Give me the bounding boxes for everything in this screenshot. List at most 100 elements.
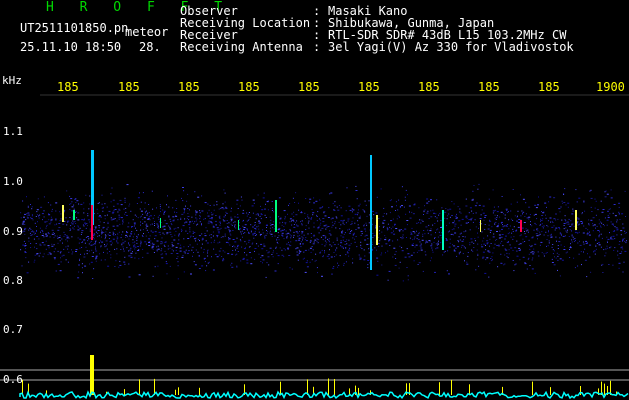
noise-pixel — [248, 212, 250, 213]
noise-pixel — [354, 241, 356, 243]
noise-pixel — [329, 193, 331, 195]
x-tick-label: 185 — [418, 80, 440, 94]
noise-pixel — [81, 242, 83, 243]
x-tick-label: 185 — [57, 80, 79, 94]
noise-pixel — [588, 224, 590, 226]
noise-pixel — [68, 251, 70, 253]
noise-pixel — [479, 218, 482, 220]
noise-pixel — [500, 211, 503, 213]
noise-pixel — [342, 236, 345, 238]
noise-pixel — [579, 244, 582, 246]
noise-pixel — [289, 221, 291, 223]
noise-pixel — [522, 198, 525, 200]
noise-pixel — [295, 222, 296, 224]
noise-pixel — [187, 216, 190, 217]
noise-pixel — [622, 271, 624, 273]
noise-pixel — [80, 234, 82, 235]
noise-pixel — [577, 222, 578, 224]
noise-pixel — [75, 202, 77, 203]
noise-pixel — [271, 208, 273, 209]
level-bar — [358, 387, 359, 395]
noise-pixel — [533, 248, 535, 250]
noise-pixel — [446, 270, 448, 272]
noise-pixel — [220, 247, 222, 249]
noise-pixel — [393, 247, 396, 249]
noise-pixel — [36, 214, 38, 216]
noise-pixel — [331, 226, 333, 228]
noise-pixel — [607, 210, 609, 212]
noise-pixel — [195, 240, 197, 242]
noise-pixel — [336, 247, 338, 249]
noise-pixel — [565, 222, 567, 224]
noise-pixel — [204, 202, 207, 204]
noise-pixel — [261, 248, 264, 250]
noise-pixel — [36, 236, 39, 237]
noise-pixel — [248, 239, 251, 241]
noise-pixel — [98, 225, 101, 227]
level-bar — [334, 379, 335, 395]
noise-pixel — [218, 254, 220, 256]
noise-pixel — [406, 248, 408, 250]
noise-pixel — [533, 214, 535, 216]
noise-pixel — [150, 224, 152, 226]
noise-pixel — [447, 209, 449, 211]
noise-pixel — [184, 252, 186, 254]
noise-pixel — [530, 221, 531, 223]
echo-streak — [73, 210, 75, 220]
noise-pixel — [411, 211, 413, 213]
noise-pixel — [61, 238, 63, 240]
noise-pixel — [154, 238, 156, 240]
noise-pixel — [156, 249, 158, 251]
noise-pixel — [193, 223, 195, 224]
noise-pixel — [571, 239, 573, 241]
noise-pixel — [551, 226, 554, 228]
noise-pixel — [270, 224, 272, 226]
noise-pixel — [528, 253, 530, 255]
noise-pixel — [424, 205, 425, 207]
noise-pixel — [42, 231, 44, 233]
noise-pixel — [276, 241, 278, 243]
noise-pixel — [45, 248, 47, 250]
noise-pixel — [584, 248, 586, 250]
noise-pixel — [625, 242, 627, 244]
noise-pixel — [89, 195, 91, 197]
noise-pixel — [471, 249, 473, 251]
noise-pixel — [168, 206, 170, 208]
noise-pixel — [343, 223, 345, 225]
noise-pixel — [323, 212, 325, 214]
noise-pixel — [325, 236, 327, 238]
noise-pixel — [578, 197, 581, 199]
noise-pixel — [176, 208, 178, 209]
noise-pixel — [446, 225, 448, 227]
noise-pixel — [284, 249, 286, 251]
noise-pixel — [436, 217, 438, 219]
noise-pixel — [126, 232, 129, 234]
noise-pixel — [557, 245, 559, 246]
noise-pixel — [67, 245, 69, 247]
noise-pixel — [551, 262, 554, 263]
noise-pixel — [183, 190, 185, 192]
noise-pixel — [24, 233, 26, 235]
noise-pixel — [394, 264, 397, 266]
noise-pixel — [320, 219, 322, 221]
noise-pixel — [481, 246, 484, 248]
noise-pixel — [312, 214, 314, 216]
noise-pixel — [293, 224, 295, 225]
noise-pixel — [140, 243, 142, 245]
noise-pixel — [244, 241, 246, 243]
noise-pixel — [225, 206, 227, 208]
noise-pixel — [472, 198, 474, 200]
noise-pixel — [152, 245, 155, 247]
noise-pixel — [252, 212, 254, 214]
noise-pixel — [47, 232, 49, 234]
noise-pixel — [367, 238, 369, 240]
noise-pixel — [312, 249, 314, 251]
noise-pixel — [487, 250, 490, 252]
noise-pixel — [181, 229, 183, 231]
noise-pixel — [164, 245, 166, 247]
noise-pixel — [411, 245, 414, 246]
noise-pixel — [102, 227, 104, 229]
noise-pixel — [323, 225, 326, 227]
noise-pixel — [529, 248, 531, 250]
noise-pixel — [351, 211, 353, 213]
